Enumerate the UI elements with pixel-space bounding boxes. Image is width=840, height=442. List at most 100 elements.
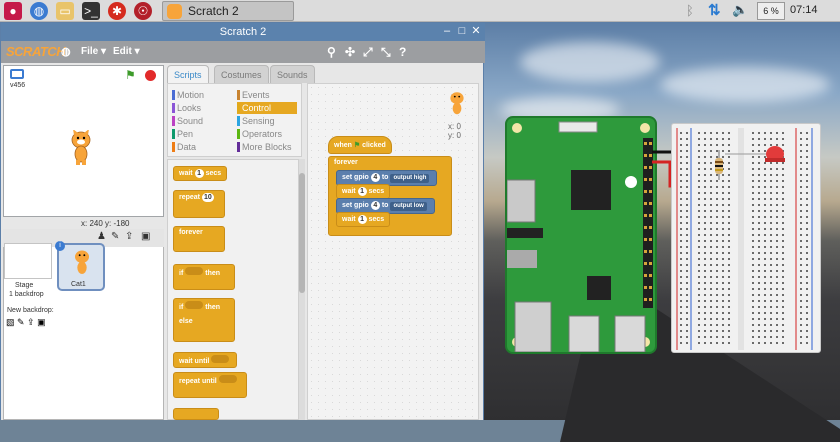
category-motion[interactable]: Motion	[172, 89, 232, 101]
wait-secs-block[interactable]: wait 1 secs	[336, 184, 391, 199]
tab-sounds[interactable]: Sounds	[270, 65, 315, 83]
category-control[interactable]: Control	[237, 102, 297, 114]
file-menu[interactable]: File ▾	[81, 46, 106, 57]
block-palette: wait 1 secs repeat 10 forever if then if then…	[167, 159, 299, 420]
upload-sprite-icon[interactable]: ⇪	[125, 231, 133, 242]
palette-wait-block[interactable]: wait 1 secs	[173, 166, 228, 181]
info-icon[interactable]: i	[55, 241, 65, 251]
maximize-button[interactable]: □	[456, 25, 468, 37]
wait-secs-block[interactable]: wait 1 secs	[336, 212, 391, 227]
stage-version: v456	[10, 82, 26, 89]
stage-backdrops-count: 1 backdrop	[9, 291, 44, 298]
shrink-tool-icon[interactable]: ⤡	[381, 45, 391, 60]
palette-forever-block[interactable]: forever	[173, 226, 225, 252]
when-flag-clicked-block[interactable]: when ⚑ clicked	[328, 136, 392, 154]
choose-sprite-icon[interactable]: ♟	[97, 231, 106, 242]
block-number[interactable]: 4	[370, 201, 380, 210]
taskbar-scratch-task[interactable]: Scratch 2	[162, 1, 294, 21]
bluetooth-icon[interactable]: ᛒ	[686, 3, 694, 18]
category-sensing[interactable]: Sensing	[237, 115, 297, 127]
condition-slot[interactable]	[185, 301, 204, 309]
green-flag-icon[interactable]: ⚑	[125, 68, 136, 82]
stage[interactable]: v456 ⚑	[3, 65, 164, 217]
category-sound[interactable]: Sound	[172, 115, 232, 127]
script-area[interactable]: x: 0 y: 0 when ⚑ clicked forever set gpi…	[307, 83, 479, 420]
clock[interactable]: 07:14	[790, 4, 818, 16]
cat1-sprite-thumbnail[interactable]: i Cat1	[55, 241, 105, 291]
palette-repeat-block[interactable]: repeat 10	[173, 190, 225, 218]
block-label: to	[381, 174, 389, 181]
category-operators[interactable]: Operators	[237, 128, 297, 140]
cloud	[660, 67, 830, 102]
stop-icon[interactable]	[145, 70, 156, 81]
speaker-icon[interactable]: 🔈	[732, 2, 748, 18]
delete-tool-icon[interactable]: ✣	[345, 45, 355, 59]
block-number[interactable]: 10	[202, 193, 214, 202]
condition-slot[interactable]	[211, 355, 230, 363]
category-more-blocks[interactable]: More Blocks	[237, 141, 297, 153]
browser-globe-icon[interactable]: ◍	[30, 2, 48, 20]
output-dropdown[interactable]: output high	[390, 174, 430, 183]
presentation-mode-icon[interactable]	[10, 69, 24, 79]
taskbar: ● ◍ ▭ >_ ✱ ☉ Scratch 2 ᛒ ⇅ 🔈 6 % 07:14	[0, 0, 840, 22]
category-events[interactable]: Events	[237, 89, 297, 101]
block-number[interactable]: 1	[357, 215, 367, 224]
tab-costumes[interactable]: Costumes	[214, 65, 269, 83]
category-pen[interactable]: Pen	[172, 128, 232, 140]
network-arrows-icon[interactable]: ⇅	[708, 1, 721, 19]
block-number[interactable]: 1	[357, 187, 367, 196]
stage-thumbnail[interactable]	[4, 243, 52, 279]
palette-scrollbar[interactable]	[299, 159, 305, 420]
palette-repeat-until-block[interactable]: repeat until	[173, 372, 247, 398]
block-label: secs	[368, 216, 385, 223]
cat1-icon	[75, 250, 89, 274]
block-label: repeat	[179, 194, 201, 201]
block-label: secs	[368, 188, 385, 195]
scratch-window: Scratch 2 – □ ✕ SCRATCH ◍ File ▾ Edit ▾ …	[0, 23, 485, 420]
close-button[interactable]: ✕	[470, 25, 482, 37]
paint-sprite-icon[interactable]: ✎	[111, 231, 119, 242]
block-label: wait	[342, 188, 356, 195]
block-number[interactable]: 4	[370, 173, 380, 182]
block-label: then	[205, 270, 221, 277]
output-dropdown[interactable]: output low	[390, 202, 427, 211]
block-label: wait	[179, 170, 193, 177]
palette-stop-block[interactable]	[173, 408, 219, 420]
cpu-usage-monitor: 6 %	[757, 2, 785, 20]
block-number[interactable]: 1	[194, 169, 204, 178]
condition-slot[interactable]	[218, 375, 237, 383]
category-data[interactable]: Data	[172, 141, 232, 153]
taskbar-task-label: Scratch 2	[188, 4, 239, 18]
palette-if-then-block[interactable]: if then	[173, 264, 235, 290]
condition-slot[interactable]	[185, 267, 204, 275]
tab-scripts[interactable]: Scripts	[167, 65, 209, 83]
block-label: wait until	[179, 358, 210, 365]
minimize-button[interactable]: –	[441, 25, 453, 37]
sprite-y-readout: y: 0	[448, 131, 461, 140]
block-label: if	[179, 270, 184, 277]
duplicate-tool-icon[interactable]: ⚲	[327, 45, 336, 59]
palette-wait-until-block[interactable]: wait until	[173, 352, 238, 368]
window-titlebar[interactable]: Scratch 2 – □ ✕	[1, 23, 485, 41]
current-sprite-icon	[450, 92, 464, 115]
camera-sprite-icon[interactable]: ▣	[141, 231, 150, 242]
mathematica-icon[interactable]: ✱	[108, 2, 126, 20]
help-tool-icon[interactable]: ?	[399, 45, 406, 59]
raspberry-menu-icon[interactable]: ●	[4, 2, 22, 20]
palette-scroll-thumb[interactable]	[299, 173, 305, 293]
paint-backdrop-icon[interactable]: ▧ ✎ ⇪ ▣	[6, 317, 46, 328]
terminal-icon[interactable]: >_	[82, 2, 100, 20]
wolfram-icon[interactable]: ☉	[134, 2, 152, 20]
block-label: forever	[179, 229, 203, 236]
cat-sprite[interactable]	[66, 130, 96, 166]
file-manager-icon[interactable]: ▭	[56, 2, 74, 20]
grow-tool-icon[interactable]: ⤢	[363, 45, 373, 60]
language-globe-icon[interactable]: ◍	[61, 45, 71, 58]
block-label: clicked	[362, 142, 386, 149]
cat1-sprite-label: Cat1	[71, 281, 86, 288]
stage-thumb-label: Stage	[15, 282, 34, 289]
edit-menu[interactable]: Edit ▾	[113, 46, 140, 57]
category-looks[interactable]: Looks	[172, 102, 232, 114]
block-categories: Motion Looks Sound Pen Data Events Contr…	[167, 83, 302, 157]
palette-if-else-block[interactable]: if then else	[173, 298, 235, 342]
